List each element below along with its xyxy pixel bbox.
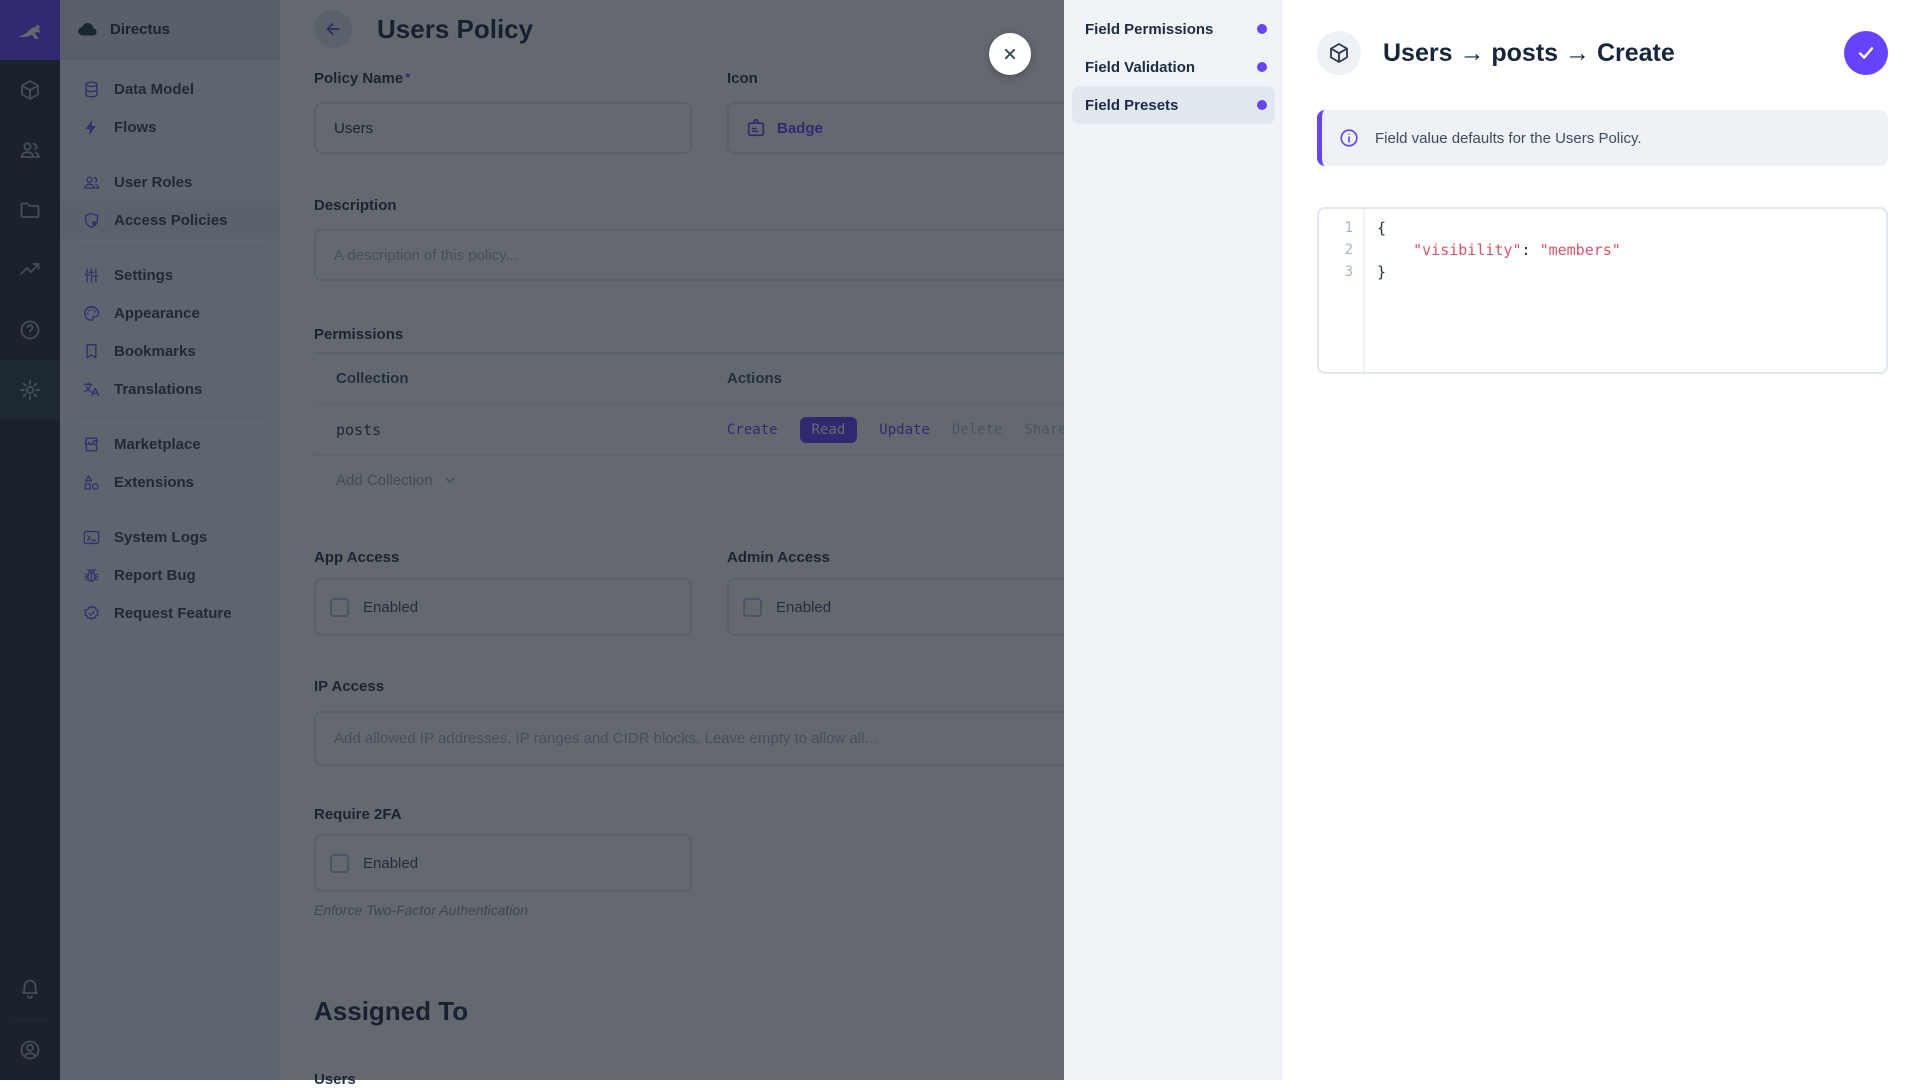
code-separator: : (1522, 241, 1540, 259)
modal-overlay[interactable] (0, 0, 1064, 1080)
drawer-tab-field-permissions[interactable]: Field Permissions (1072, 10, 1275, 48)
drawer-header: Users → posts → Create (1317, 0, 1888, 96)
drawer-tab-label: Field Validation (1085, 59, 1257, 76)
info-icon (1338, 127, 1360, 149)
info-banner: Field value defaults for the Users Polic… (1317, 110, 1888, 166)
line-number: 1 (1319, 217, 1353, 239)
drawer-sidebar: Field Permissions Field Validation Field… (1064, 0, 1283, 1080)
drawer-tab-label: Field Permissions (1085, 21, 1257, 38)
code-line-1: { (1377, 219, 1386, 237)
code-gutter: 1 2 3 (1319, 209, 1365, 372)
drawer-tab-field-presets[interactable]: Field Presets (1072, 86, 1275, 124)
line-number: 2 (1319, 239, 1353, 261)
code-value: "members" (1540, 241, 1621, 259)
code-key: "visibility" (1413, 241, 1521, 259)
presets-code-editor[interactable]: 1 2 3 { "visibility": "members" } (1317, 207, 1888, 374)
check-icon (1855, 42, 1877, 64)
drawer-header-icon-circle (1317, 31, 1361, 75)
info-banner-text: Field value defaults for the Users Polic… (1375, 130, 1642, 147)
code-content[interactable]: { "visibility": "members" } (1365, 209, 1886, 372)
code-indent (1377, 241, 1413, 259)
drawer-tab-label: Field Presets (1085, 97, 1257, 114)
drawer-title: Users → posts → Create (1383, 39, 1675, 68)
drawer-tab-field-validation[interactable]: Field Validation (1072, 48, 1275, 86)
close-icon (1000, 44, 1020, 64)
permissions-drawer: Field Permissions Field Validation Field… (1064, 0, 1920, 1080)
code-line-3: } (1377, 263, 1386, 281)
line-number: 3 (1319, 261, 1353, 283)
cube-icon (1327, 41, 1351, 65)
drawer-panel: Users → posts → Create Field value defau… (1283, 0, 1920, 1080)
status-dot (1257, 100, 1267, 110)
save-button[interactable] (1844, 31, 1888, 75)
status-dot (1257, 62, 1267, 72)
status-dot (1257, 24, 1267, 34)
close-drawer-button[interactable] (989, 33, 1031, 75)
